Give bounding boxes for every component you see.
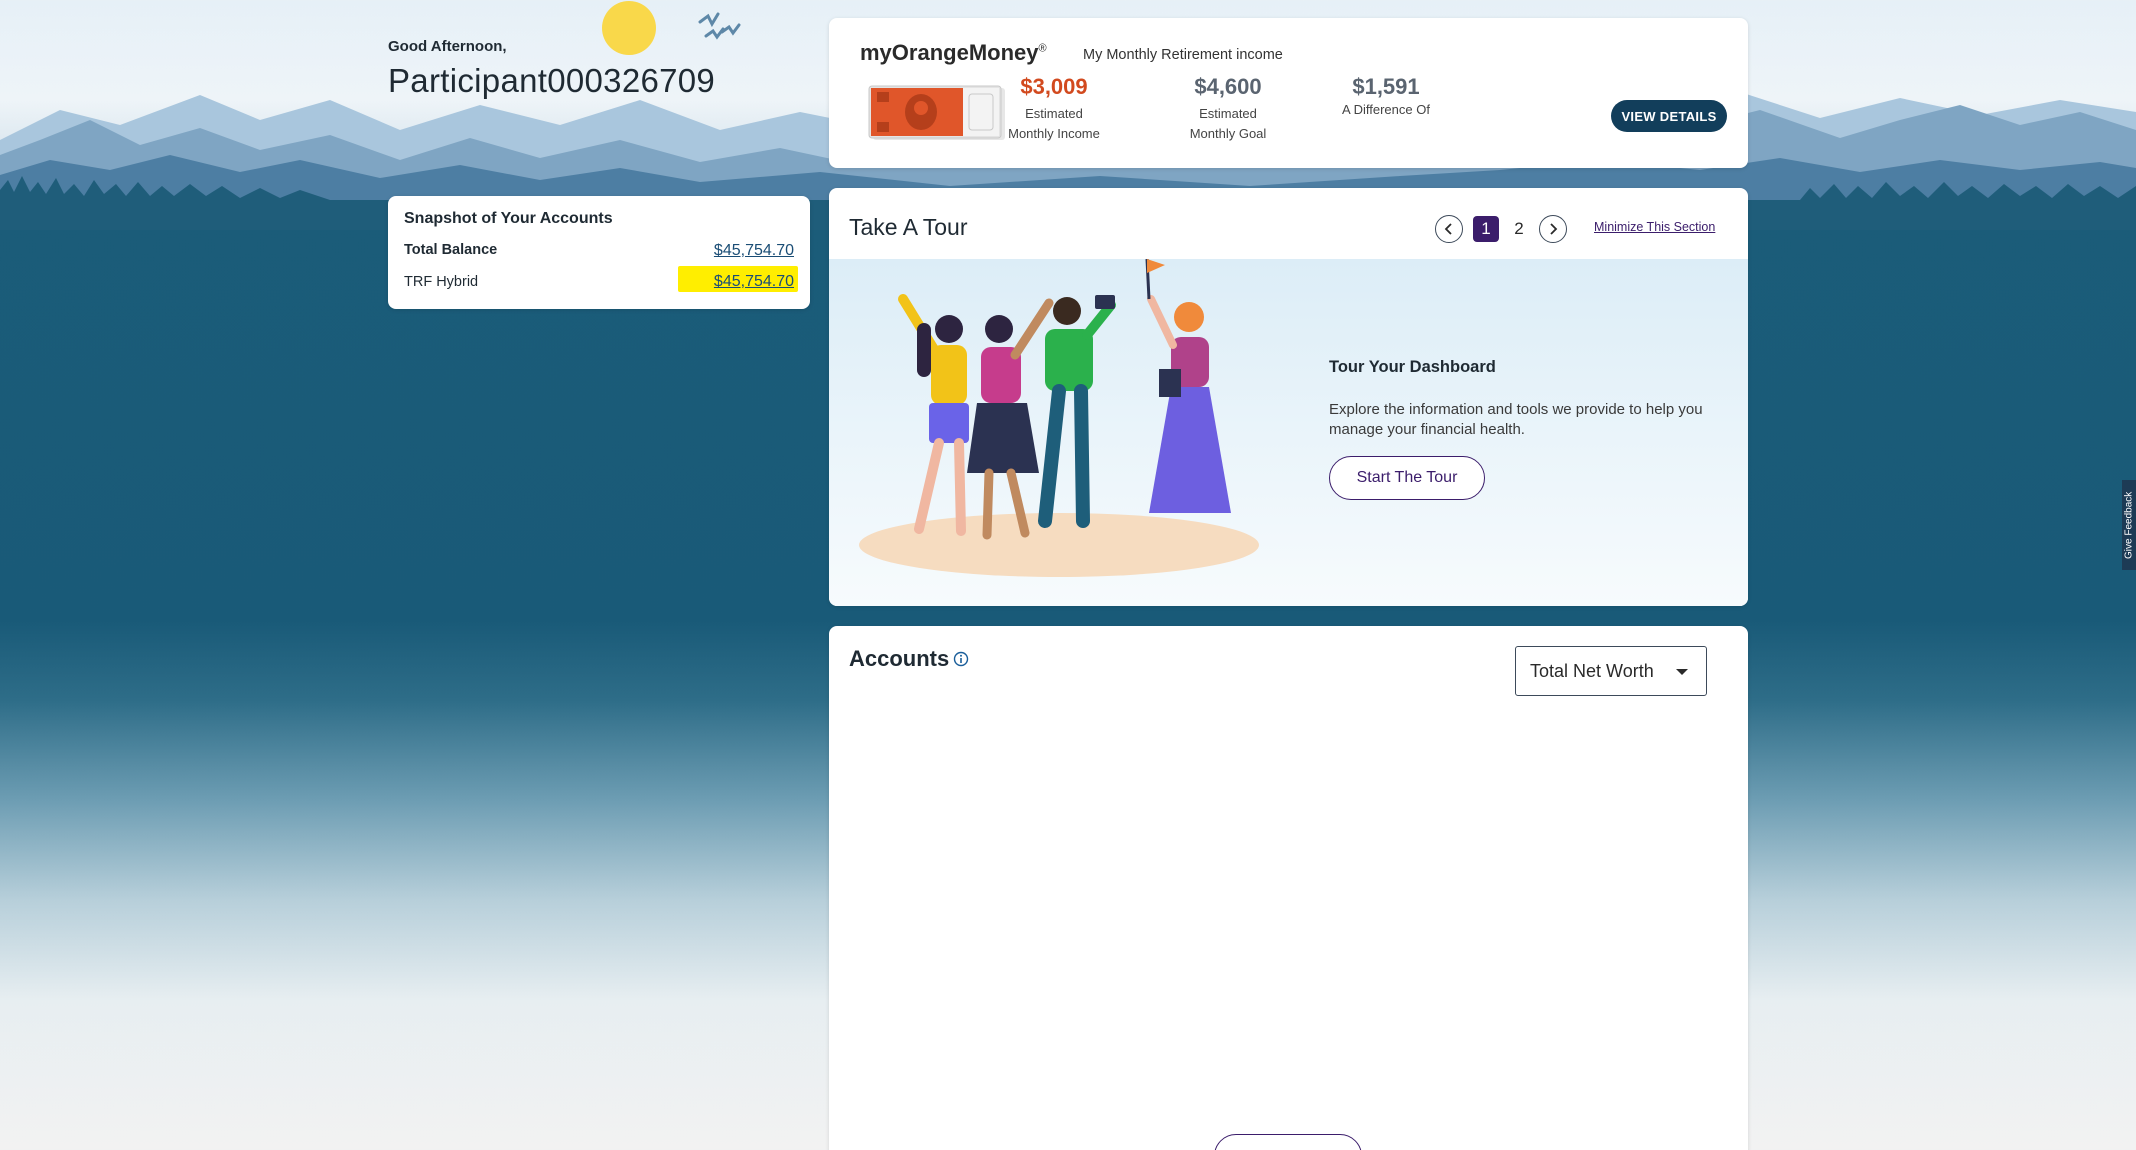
give-feedback-tab[interactable]: Give Feedback xyxy=(2122,480,2136,570)
orange-money-logo: myOrangeMoney® xyxy=(860,40,1047,65)
tour-title: Take A Tour xyxy=(849,214,968,240)
birds-icon xyxy=(698,12,741,40)
metric-difference: $1,591 A Difference Of xyxy=(1342,74,1430,117)
total-balance-label: Total Balance xyxy=(404,242,498,258)
next-page-button[interactable] xyxy=(1539,215,1567,243)
take-tour-card: Take A Tour 1 2 Minimize This Section To… xyxy=(829,188,1748,606)
view-my-worth-button[interactable]: View My Worth xyxy=(1214,1134,1362,1150)
tour-pager: 1 2 xyxy=(1435,214,1567,244)
chevron-right-icon xyxy=(1550,223,1558,235)
trf-hybrid-label: TRF Hybrid xyxy=(404,274,479,290)
previous-page-button[interactable] xyxy=(1435,215,1463,243)
accounts-title-text: Accounts xyxy=(849,646,950,671)
trf-hybrid-link[interactable]: $45,754.70 xyxy=(714,273,794,291)
accounts-title: Accounts xyxy=(849,646,969,672)
tour-description: Explore the information and tools we pro… xyxy=(1329,401,1703,438)
snapshot-title: Snapshot of Your Accounts xyxy=(404,210,613,227)
tour-illustration xyxy=(859,259,1259,577)
caret-down-icon xyxy=(1676,669,1688,675)
page-1-button[interactable]: 1 xyxy=(1473,216,1499,242)
orange-money-subtitle: My Monthly Retirement income xyxy=(1083,47,1283,63)
start-tour-button[interactable]: Start The Tour xyxy=(1329,456,1485,500)
minimize-section-link[interactable]: Minimize This Section xyxy=(1594,220,1715,234)
net-worth-select[interactable]: Total Net Worth xyxy=(1515,646,1707,696)
metric-estimated-income: $3,009 Estimated Monthly Income xyxy=(1008,74,1100,141)
tour-heading: Tour Your Dashboard xyxy=(1329,358,1496,376)
orange-money-card: myOrangeMoney® My Monthly Retirement inc… xyxy=(829,18,1748,168)
accounts-card: Accounts Total Net Worth View My Worth xyxy=(829,626,1748,1150)
info-icon[interactable] xyxy=(953,651,969,667)
total-balance-link[interactable]: $45,754.70 xyxy=(714,242,794,260)
select-value: Total Net Worth xyxy=(1530,660,1654,681)
greeting-salutation: Good Afternoon, xyxy=(388,38,507,55)
metric-estimated-goal: $4,600 Estimated Monthly Goal xyxy=(1189,74,1267,141)
sun-icon xyxy=(602,1,656,55)
chevron-left-icon xyxy=(1444,223,1452,235)
page-2-button[interactable]: 2 xyxy=(1509,216,1529,242)
snapshot-card: Snapshot of Your Accounts Total Balance … xyxy=(388,196,810,309)
view-details-button[interactable]: VIEW DETAILS xyxy=(1611,100,1727,132)
participant-name: Participant000326709 xyxy=(388,62,716,99)
